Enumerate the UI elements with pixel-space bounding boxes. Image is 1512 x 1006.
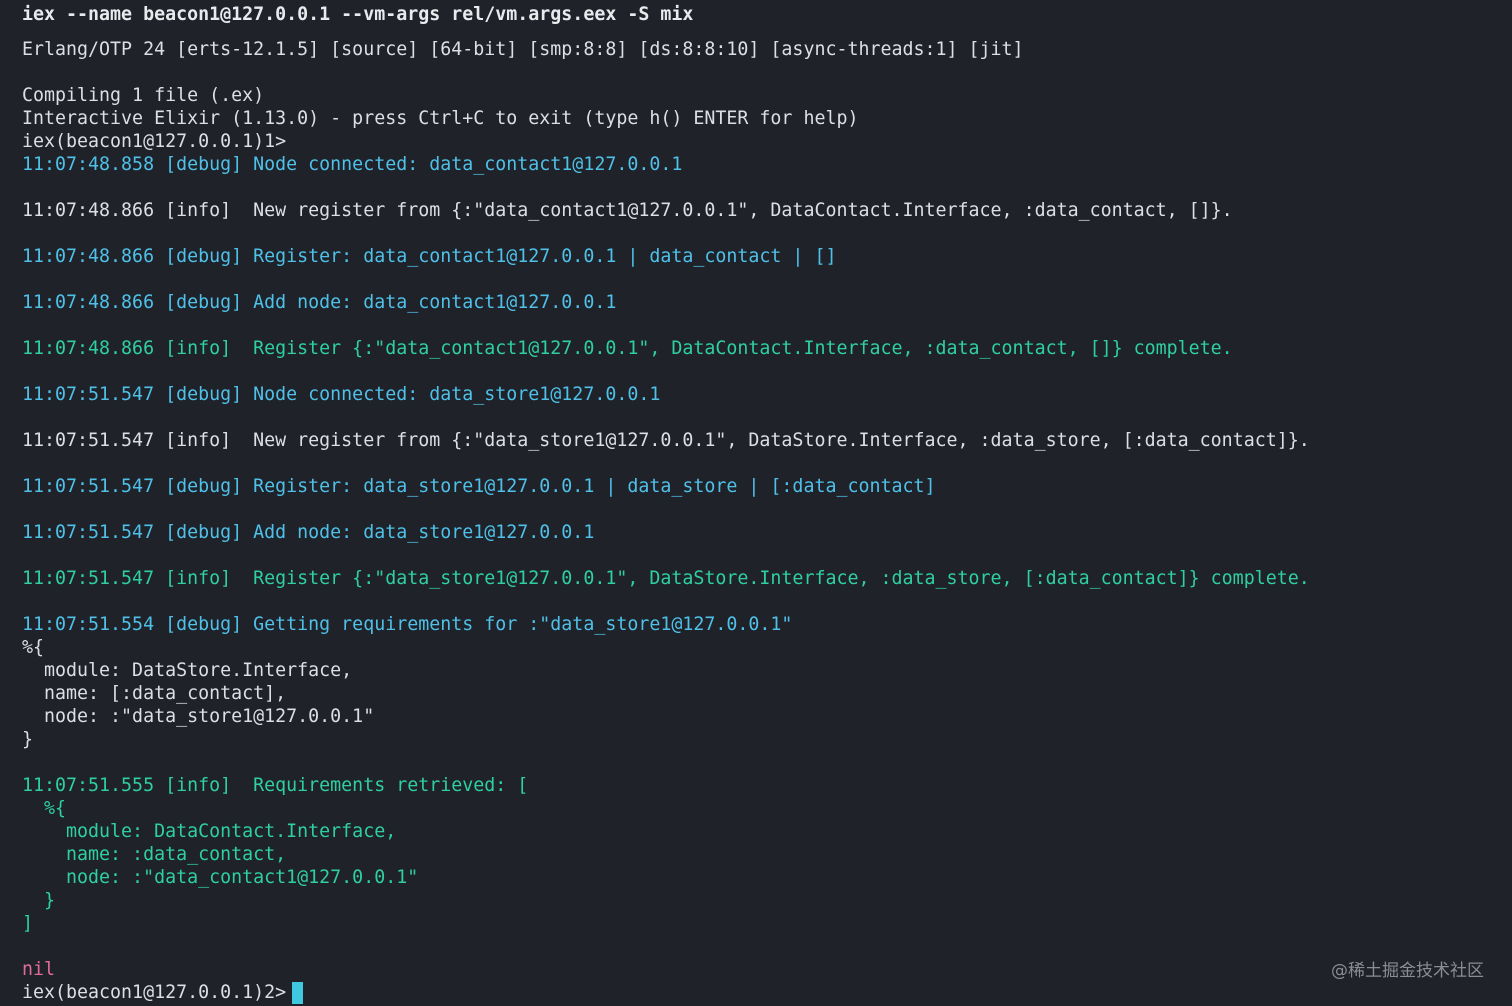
log-line-debug: 11:07:51.554 [debug] Getting requirement… <box>22 614 793 635</box>
terminal-window[interactable]: iex --name beacon1@127.0.0.1 --vm-args r… <box>0 0 1512 1006</box>
elixir-banner: Interactive Elixir (1.13.0) - press Ctrl… <box>22 108 859 129</box>
map-output-line: %{ <box>22 637 45 658</box>
requirements-output-line: } <box>22 890 56 911</box>
log-line-info: 11:07:48.866 [info] Register {:"data_con… <box>22 338 1233 359</box>
requirements-output-line: %{ <box>22 798 67 819</box>
log-line-info: 11:07:51.555 [info] Requirements retriev… <box>22 775 529 796</box>
log-line-debug: 11:07:51.547 [debug] Node connected: dat… <box>22 384 661 405</box>
watermark: @稀土掘金技术社区 <box>1331 961 1484 981</box>
log-line-info: 11:07:51.547 [info] Register {:"data_sto… <box>22 568 1310 589</box>
log-line-debug: 11:07:48.858 [debug] Node connected: dat… <box>22 154 683 175</box>
map-output-line: name: [:data_contact], <box>22 683 287 704</box>
map-output-line: node: :"data_store1@127.0.0.1" <box>22 706 375 727</box>
command-line: iex --name beacon1@127.0.0.1 --vm-args r… <box>22 4 694 25</box>
text-cursor <box>292 982 303 1004</box>
compiling-line: Compiling 1 file (.ex) <box>22 85 265 106</box>
log-line-debug: 11:07:48.866 [debug] Add node: data_cont… <box>22 292 617 313</box>
map-output-line: } <box>22 729 34 750</box>
requirements-output-line: module: DataContact.Interface, <box>22 821 397 842</box>
log-line-debug: 11:07:48.866 [debug] Register: data_cont… <box>22 246 837 267</box>
log-line-debug: 11:07:51.547 [debug] Register: data_stor… <box>22 476 936 497</box>
requirements-output-line: node: :"data_contact1@127.0.0.1" <box>22 867 419 888</box>
log-line-info-plain: 11:07:51.547 [info] New register from {:… <box>22 430 1310 451</box>
map-output-line: module: DataStore.Interface, <box>22 660 353 681</box>
requirements-output-line: ] <box>22 913 34 934</box>
nil-result: nil <box>22 959 56 980</box>
iex-prompt-2[interactable]: iex(beacon1@127.0.0.1)2> <box>22 981 297 1004</box>
iex-prompt-1: iex(beacon1@127.0.0.1)1> <box>22 131 287 152</box>
erlang-banner: Erlang/OTP 24 [erts-12.1.5] [source] [64… <box>22 39 1024 60</box>
requirements-output-line: name: :data_contact, <box>22 844 287 865</box>
log-line-debug: 11:07:51.547 [debug] Add node: data_stor… <box>22 522 595 543</box>
log-line-info-plain: 11:07:48.866 [info] New register from {:… <box>22 200 1233 221</box>
